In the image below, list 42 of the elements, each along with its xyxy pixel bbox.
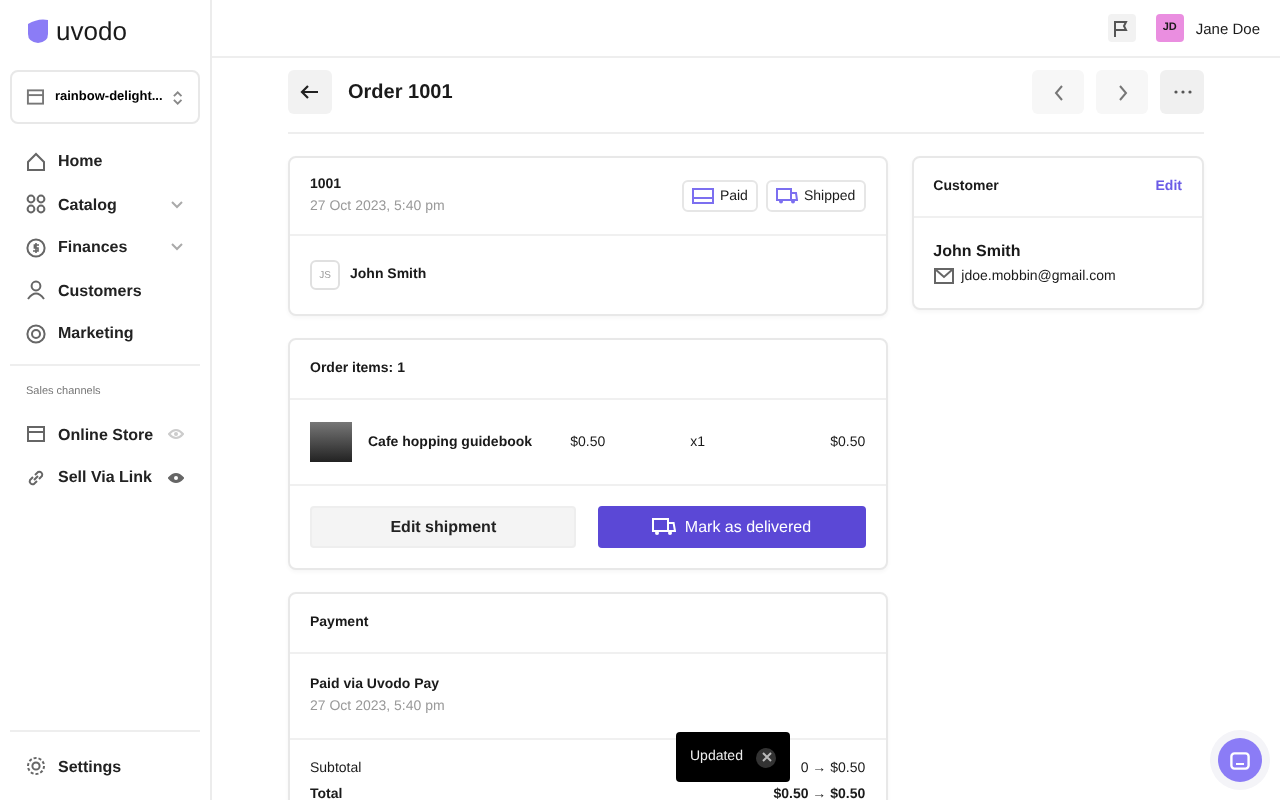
logo-text: uvodo bbox=[56, 15, 127, 45]
chat-button[interactable] bbox=[1218, 738, 1262, 782]
chevron-updown-icon bbox=[172, 87, 184, 107]
truck-icon bbox=[652, 518, 677, 536]
close-button[interactable] bbox=[756, 747, 776, 767]
logo-icon bbox=[26, 17, 50, 43]
nav-item[interactable]: Online Store bbox=[10, 413, 200, 456]
store-icon bbox=[26, 424, 46, 445]
settings-item[interactable]: Settings bbox=[10, 745, 200, 788]
truck-icon bbox=[775, 188, 798, 204]
close-icon bbox=[761, 752, 771, 762]
chevron-left-icon bbox=[1053, 83, 1063, 101]
nav-item[interactable]: Marketing bbox=[10, 312, 200, 355]
photo-placeholder bbox=[310, 422, 352, 462]
home-icon bbox=[26, 151, 46, 172]
nav-item[interactable]: Finances bbox=[10, 226, 200, 269]
chevron-right-icon bbox=[1117, 83, 1127, 101]
edit-shipment-button[interactable]: Edit shipment bbox=[310, 506, 577, 548]
arrow-left-icon bbox=[300, 84, 320, 100]
chevron-down-icon bbox=[170, 242, 184, 253]
nav-item[interactable]: Customers bbox=[10, 269, 200, 312]
flag-button[interactable] bbox=[1107, 14, 1136, 42]
target-icon bbox=[26, 323, 46, 344]
nav-item[interactable]: Home bbox=[10, 140, 200, 183]
link-icon bbox=[26, 467, 46, 488]
grid-icon bbox=[26, 194, 46, 215]
mail-icon bbox=[933, 268, 954, 284]
gear-icon bbox=[26, 756, 46, 777]
mark-delivered-button[interactable]: Mark as delivered bbox=[598, 506, 866, 548]
store-icon bbox=[26, 88, 45, 106]
chat-icon bbox=[1230, 751, 1250, 769]
user-icon bbox=[26, 280, 46, 301]
dollar-icon bbox=[26, 237, 46, 258]
chevron-down-icon bbox=[170, 199, 184, 210]
page-title: Order 1001 bbox=[348, 81, 453, 103]
eye-icon[interactable] bbox=[168, 471, 184, 484]
card-icon bbox=[691, 188, 714, 204]
nav-item[interactable]: Catalog bbox=[10, 183, 200, 226]
customer-name: John Smith bbox=[933, 242, 1021, 260]
back-button[interactable] bbox=[288, 70, 332, 114]
nav-item[interactable]: Sell Via Link bbox=[10, 456, 200, 499]
flag-icon bbox=[1112, 19, 1131, 37]
